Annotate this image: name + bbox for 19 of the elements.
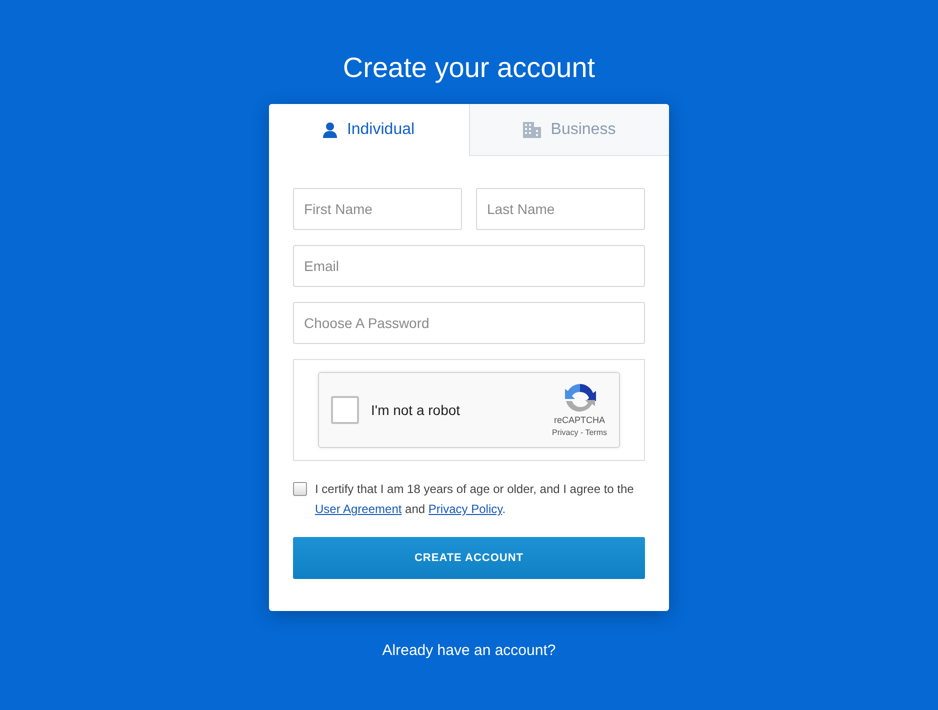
- person-icon: [322, 122, 337, 138]
- account-type-tab[interactable]: Individual: [269, 104, 468, 156]
- recaptcha-logo-icon: [564, 382, 596, 414]
- captcha-checkbox[interactable]: [331, 396, 359, 424]
- building-icon: [522, 122, 541, 138]
- input-field[interactable]: Choose A Password: [293, 302, 645, 344]
- policy-link[interactable]: User Agreement: [315, 502, 402, 516]
- consent-text: I certify that I am 18 years of age or older, and I agree to the User Agreement and Privacy Policy.: [315, 481, 635, 518]
- input-field[interactable]: First Name: [293, 188, 462, 230]
- sign-in-link[interactable]: Already have an account?: [382, 642, 556, 659]
- input-field[interactable]: Last Name: [476, 188, 645, 230]
- page-title: Create your account: [342, 51, 596, 85]
- input-field[interactable]: Email: [293, 245, 645, 287]
- policy-link[interactable]: Privacy Policy: [428, 502, 502, 516]
- recaptcha-brand: reCAPTCHA: [554, 414, 606, 427]
- captcha-links[interactable]: Privacy - Terms: [552, 426, 607, 438]
- create-account-button[interactable]: CREATE ACCOUNT: [293, 537, 645, 579]
- captcha-label: I'm not a robot: [371, 402, 462, 418]
- consent-checkbox[interactable]: [293, 482, 307, 496]
